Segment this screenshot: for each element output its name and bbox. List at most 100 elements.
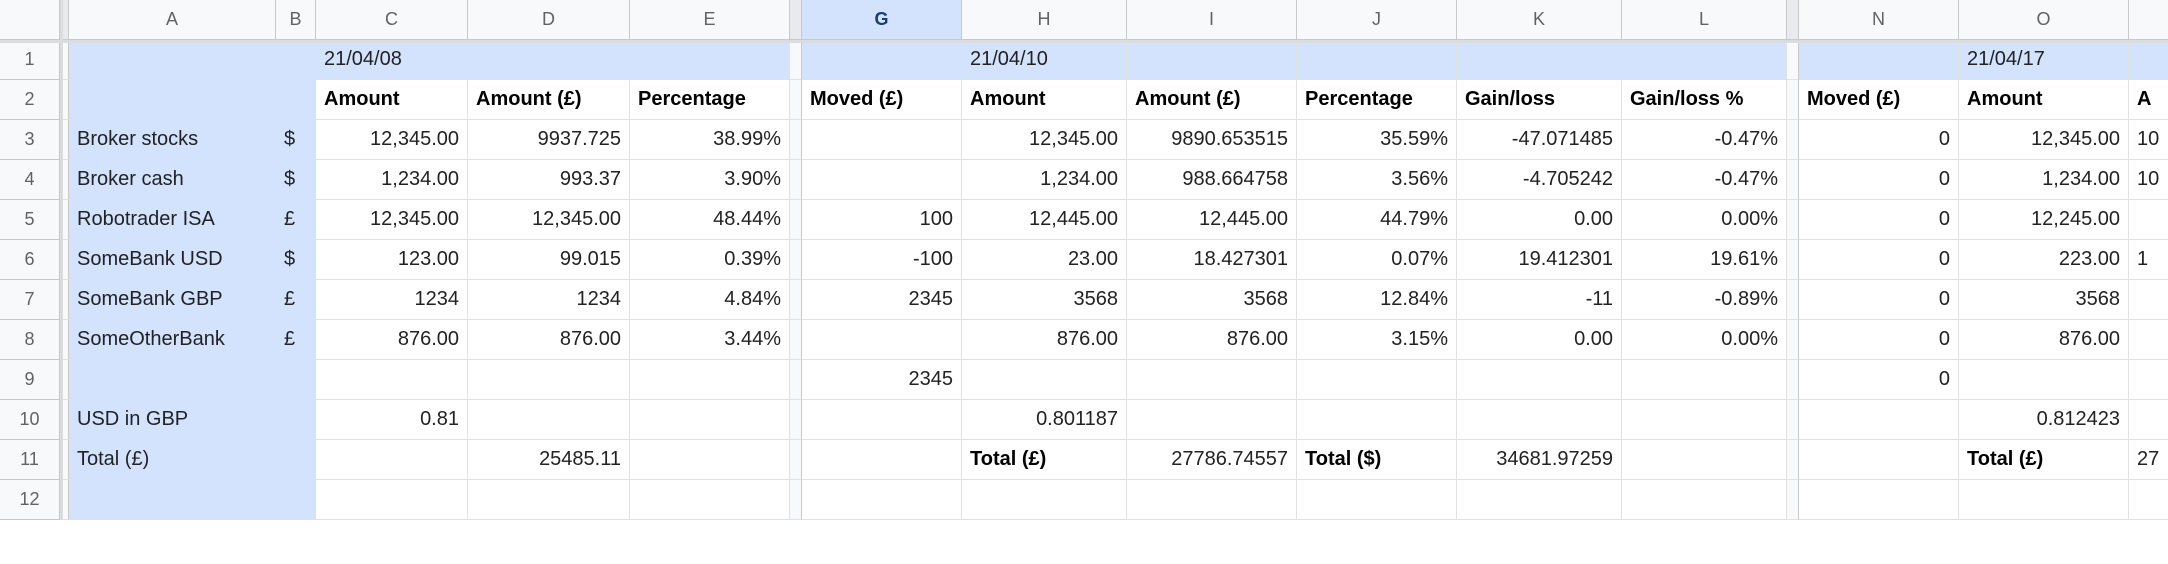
cell-H5[interactable]: 12,445.00: [962, 200, 1127, 240]
cell-B5[interactable]: £: [276, 200, 316, 240]
cell-I6[interactable]: 18.427301: [1127, 240, 1297, 280]
cell-A11[interactable]: Total (£): [69, 440, 276, 480]
cell-D8[interactable]: 876.00: [468, 320, 630, 360]
cell-C12[interactable]: [316, 480, 468, 520]
col-header-I[interactable]: I: [1127, 0, 1297, 40]
cell-B7[interactable]: £: [276, 280, 316, 320]
row-header-7[interactable]: 7: [0, 280, 60, 320]
cell-N6[interactable]: 0: [1799, 240, 1959, 280]
cell-H9[interactable]: [962, 360, 1127, 400]
cell-L8[interactable]: 0.00%: [1622, 320, 1787, 360]
cell-O2[interactable]: Amount: [1959, 80, 2129, 120]
cell-H10[interactable]: 0.801187: [962, 400, 1127, 440]
cell-H1[interactable]: 21/04/10: [962, 40, 1127, 80]
cell-E7[interactable]: 4.84%: [630, 280, 790, 320]
cell-E3[interactable]: 38.99%: [630, 120, 790, 160]
cell-E6[interactable]: 0.39%: [630, 240, 790, 280]
cell-G12[interactable]: [802, 480, 962, 520]
cell-G11[interactable]: [802, 440, 962, 480]
cell-L10[interactable]: [1622, 400, 1787, 440]
cell-P7[interactable]: [2129, 280, 2168, 320]
cell-C6[interactable]: 123.00: [316, 240, 468, 280]
cell-I3[interactable]: 9890.653515: [1127, 120, 1297, 160]
cell-P6[interactable]: 1: [2129, 240, 2168, 280]
cell-P1[interactable]: [2129, 40, 2168, 80]
row-header-2[interactable]: 2: [0, 80, 60, 120]
col-header-C[interactable]: C: [316, 0, 468, 40]
row-header-9[interactable]: 9: [0, 360, 60, 400]
cell-D5[interactable]: 12,345.00: [468, 200, 630, 240]
cell-E11[interactable]: [630, 440, 790, 480]
col-header-E[interactable]: E: [630, 0, 790, 40]
cell-B8[interactable]: £: [276, 320, 316, 360]
cell-G7[interactable]: 2345: [802, 280, 962, 320]
cell-O9[interactable]: [1959, 360, 2129, 400]
cell-J12[interactable]: [1297, 480, 1457, 520]
cell-N10[interactable]: [1799, 400, 1959, 440]
cell-P11[interactable]: 27: [2129, 440, 2168, 480]
cell-H12[interactable]: [962, 480, 1127, 520]
collapsed-col-F[interactable]: [790, 0, 802, 40]
cell-A1[interactable]: [69, 40, 276, 80]
cell-A6[interactable]: SomeBank USD: [69, 240, 276, 280]
cell-K2[interactable]: Gain/loss: [1457, 80, 1622, 120]
cell-A7[interactable]: SomeBank GBP: [69, 280, 276, 320]
row-header-5[interactable]: 5: [0, 200, 60, 240]
cell-D1[interactable]: [468, 40, 630, 80]
cell-O3[interactable]: 12,345.00: [1959, 120, 2129, 160]
cell-J2[interactable]: Percentage: [1297, 80, 1457, 120]
row-header-6[interactable]: 6: [0, 240, 60, 280]
cell-D2[interactable]: Amount (£): [468, 80, 630, 120]
cell-L11[interactable]: [1622, 440, 1787, 480]
col-header-D[interactable]: D: [468, 0, 630, 40]
col-header-O[interactable]: O: [1959, 0, 2129, 40]
cell-L4[interactable]: -0.47%: [1622, 160, 1787, 200]
cell-J4[interactable]: 3.56%: [1297, 160, 1457, 200]
cell-C5[interactable]: 12,345.00: [316, 200, 468, 240]
cell-G6[interactable]: -100: [802, 240, 962, 280]
cell-D11[interactable]: 25485.11: [468, 440, 630, 480]
cell-C8[interactable]: 876.00: [316, 320, 468, 360]
cell-B3[interactable]: $: [276, 120, 316, 160]
cell-K11[interactable]: 34681.97259: [1457, 440, 1622, 480]
cell-G4[interactable]: [802, 160, 962, 200]
cell-K7[interactable]: -11: [1457, 280, 1622, 320]
cell-O10[interactable]: 0.812423: [1959, 400, 2129, 440]
cell-D7[interactable]: 1234: [468, 280, 630, 320]
cell-D3[interactable]: 9937.725: [468, 120, 630, 160]
cell-G1[interactable]: [802, 40, 962, 80]
cell-C7[interactable]: 1234: [316, 280, 468, 320]
cell-H7[interactable]: 3568: [962, 280, 1127, 320]
cell-A10[interactable]: USD in GBP: [69, 400, 276, 440]
cell-E8[interactable]: 3.44%: [630, 320, 790, 360]
cell-O7[interactable]: 3568: [1959, 280, 2129, 320]
cell-D4[interactable]: 993.37: [468, 160, 630, 200]
cell-A3[interactable]: Broker stocks: [69, 120, 276, 160]
cell-O1[interactable]: 21/04/17: [1959, 40, 2129, 80]
cell-J9[interactable]: [1297, 360, 1457, 400]
cell-C1[interactable]: 21/04/08: [316, 40, 468, 80]
cell-I11[interactable]: 27786.74557: [1127, 440, 1297, 480]
cell-L1[interactable]: [1622, 40, 1787, 80]
cell-H4[interactable]: 1,234.00: [962, 160, 1127, 200]
cell-B1[interactable]: [276, 40, 316, 80]
row-header-10[interactable]: 10: [0, 400, 60, 440]
cell-H6[interactable]: 23.00: [962, 240, 1127, 280]
cell-L6[interactable]: 19.61%: [1622, 240, 1787, 280]
cell-B10[interactable]: [276, 400, 316, 440]
select-all-corner[interactable]: [0, 0, 60, 40]
cell-I2[interactable]: Amount (£): [1127, 80, 1297, 120]
cell-J1[interactable]: [1297, 40, 1457, 80]
collapsed-col-indicator[interactable]: [60, 0, 69, 40]
cell-C3[interactable]: 12,345.00: [316, 120, 468, 160]
cell-J10[interactable]: [1297, 400, 1457, 440]
cell-N7[interactable]: 0: [1799, 280, 1959, 320]
cell-B9[interactable]: [276, 360, 316, 400]
cell-I8[interactable]: 876.00: [1127, 320, 1297, 360]
row-header-8[interactable]: 8: [0, 320, 60, 360]
col-header-K[interactable]: K: [1457, 0, 1622, 40]
cell-I10[interactable]: [1127, 400, 1297, 440]
cell-I12[interactable]: [1127, 480, 1297, 520]
cell-J3[interactable]: 35.59%: [1297, 120, 1457, 160]
cell-O8[interactable]: 876.00: [1959, 320, 2129, 360]
